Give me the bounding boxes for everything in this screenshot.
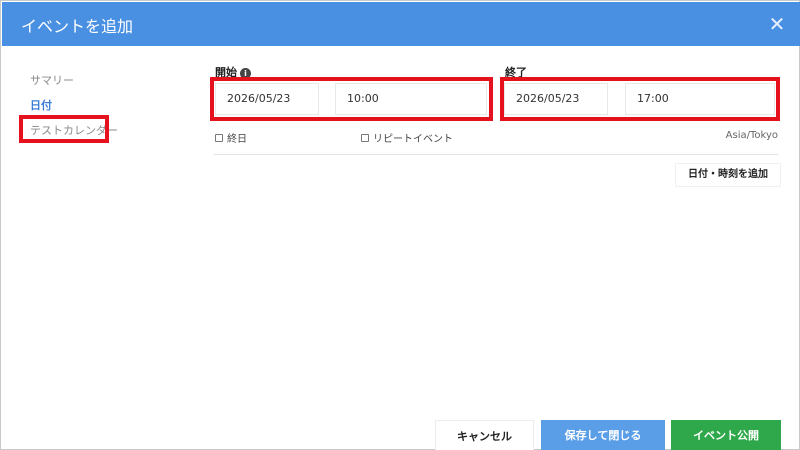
info-icon[interactable]: i <box>240 68 251 79</box>
repeat-label: リピートイベント <box>373 134 453 145</box>
timezone-label[interactable]: Asia/Tokyo <box>726 130 778 141</box>
all-day-checkbox[interactable] <box>215 133 223 142</box>
add-datetime-button[interactable]: 日付・時刻を追加 <box>675 163 781 187</box>
sidebar-item-test-calendar[interactable]: テストカレンダー <box>30 122 118 138</box>
all-day-label: 終日 <box>227 134 247 145</box>
start-label: 開始 i <box>215 64 251 80</box>
cancel-button[interactable]: キャンセル <box>435 420 534 450</box>
end-time-input[interactable]: 17:00 <box>625 83 775 115</box>
start-date-input[interactable]: 2026/05/23 <box>215 83 319 115</box>
end-label: 終了 <box>505 66 527 79</box>
repeat-option[interactable]: リピートイベント <box>361 130 453 145</box>
sidebar-item-date[interactable]: 日付 <box>30 97 52 113</box>
start-time-input[interactable]: 10:00 <box>335 83 487 115</box>
dialog-header: イベントを追加 ✕ <box>2 2 800 46</box>
repeat-checkbox[interactable] <box>361 133 369 142</box>
start-label-text: 開始 <box>215 66 237 79</box>
end-date-input[interactable]: 2026/05/23 <box>504 83 608 115</box>
divider <box>214 154 778 155</box>
sidebar-item-summary[interactable]: サマリー <box>30 72 74 88</box>
save-and-close-button[interactable]: 保存して閉じる <box>541 420 665 450</box>
publish-event-button[interactable]: イベント公開 <box>671 420 781 450</box>
dialog-title: イベントを追加 <box>21 17 134 36</box>
close-icon[interactable]: ✕ <box>764 11 790 37</box>
event-dialog: イベントを追加 ✕ サマリー 日付 テストカレンダー 開始 i 2026/05/2… <box>0 0 800 450</box>
all-day-option[interactable]: 終日 <box>215 130 247 145</box>
